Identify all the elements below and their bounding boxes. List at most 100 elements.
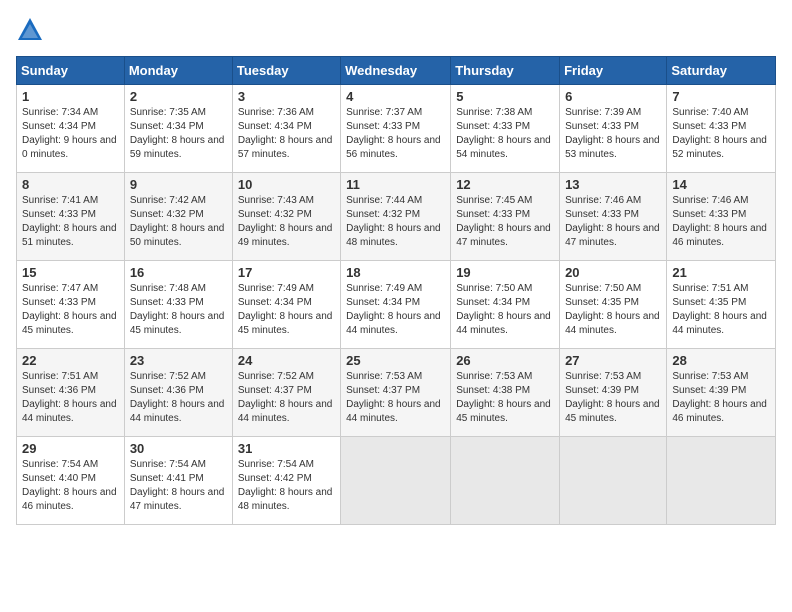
daylight-label: Daylight: 8 hours and 44 minutes. — [346, 311, 441, 336]
daylight-label: Daylight: 8 hours and 52 minutes. — [672, 135, 767, 160]
day-info: Sunrise: 7:45 AM Sunset: 4:33 PM Dayligh… — [456, 194, 554, 250]
day-number: 17 — [238, 265, 335, 280]
sunset-label: Sunset: 4:33 PM — [672, 209, 746, 220]
daylight-label: Daylight: 8 hours and 59 minutes. — [130, 135, 225, 160]
sunrise-label: Sunrise: 7:46 AM — [565, 195, 641, 206]
daylight-label: Daylight: 8 hours and 44 minutes. — [22, 399, 117, 424]
sunset-label: Sunset: 4:32 PM — [130, 209, 204, 220]
sunrise-label: Sunrise: 7:47 AM — [22, 283, 98, 294]
daylight-label: Daylight: 8 hours and 53 minutes. — [565, 135, 660, 160]
daylight-label: Daylight: 8 hours and 44 minutes. — [456, 311, 551, 336]
sunrise-label: Sunrise: 7:43 AM — [238, 195, 314, 206]
day-number: 16 — [130, 265, 227, 280]
day-cell: 1 Sunrise: 7:34 AM Sunset: 4:34 PM Dayli… — [17, 85, 125, 173]
sunrise-label: Sunrise: 7:49 AM — [346, 283, 422, 294]
day-cell — [667, 437, 776, 525]
sunrise-label: Sunrise: 7:41 AM — [22, 195, 98, 206]
day-info: Sunrise: 7:49 AM Sunset: 4:34 PM Dayligh… — [238, 282, 335, 338]
daylight-label: Daylight: 8 hours and 51 minutes. — [22, 223, 117, 248]
daylight-label: Daylight: 8 hours and 50 minutes. — [130, 223, 225, 248]
day-info: Sunrise: 7:35 AM Sunset: 4:34 PM Dayligh… — [130, 106, 227, 162]
daylight-label: Daylight: 8 hours and 45 minutes. — [565, 399, 660, 424]
day-info: Sunrise: 7:38 AM Sunset: 4:33 PM Dayligh… — [456, 106, 554, 162]
day-cell: 21 Sunrise: 7:51 AM Sunset: 4:35 PM Dayl… — [667, 261, 776, 349]
daylight-label: Daylight: 8 hours and 48 minutes. — [346, 223, 441, 248]
sunset-label: Sunset: 4:33 PM — [456, 209, 530, 220]
day-cell: 12 Sunrise: 7:45 AM Sunset: 4:33 PM Dayl… — [451, 173, 560, 261]
day-number: 13 — [565, 177, 661, 192]
day-cell: 11 Sunrise: 7:44 AM Sunset: 4:32 PM Dayl… — [341, 173, 451, 261]
daylight-label: Daylight: 8 hours and 47 minutes. — [565, 223, 660, 248]
sunset-label: Sunset: 4:34 PM — [238, 121, 312, 132]
day-info: Sunrise: 7:50 AM Sunset: 4:35 PM Dayligh… — [565, 282, 661, 338]
header-cell-wednesday: Wednesday — [341, 57, 451, 85]
day-cell: 3 Sunrise: 7:36 AM Sunset: 4:34 PM Dayli… — [232, 85, 340, 173]
day-number: 25 — [346, 353, 445, 368]
sunrise-label: Sunrise: 7:50 AM — [456, 283, 532, 294]
sunset-label: Sunset: 4:41 PM — [130, 473, 204, 484]
sunrise-label: Sunrise: 7:42 AM — [130, 195, 206, 206]
sunrise-label: Sunrise: 7:38 AM — [456, 107, 532, 118]
day-cell: 23 Sunrise: 7:52 AM Sunset: 4:36 PM Dayl… — [124, 349, 232, 437]
day-number: 10 — [238, 177, 335, 192]
header-cell-friday: Friday — [560, 57, 667, 85]
sunrise-label: Sunrise: 7:52 AM — [130, 371, 206, 382]
day-number: 30 — [130, 441, 227, 456]
sunset-label: Sunset: 4:33 PM — [22, 297, 96, 308]
day-number: 1 — [22, 89, 119, 104]
day-info: Sunrise: 7:48 AM Sunset: 4:33 PM Dayligh… — [130, 282, 227, 338]
day-info: Sunrise: 7:41 AM Sunset: 4:33 PM Dayligh… — [22, 194, 119, 250]
day-cell: 20 Sunrise: 7:50 AM Sunset: 4:35 PM Dayl… — [560, 261, 667, 349]
day-cell: 4 Sunrise: 7:37 AM Sunset: 4:33 PM Dayli… — [341, 85, 451, 173]
day-cell: 9 Sunrise: 7:42 AM Sunset: 4:32 PM Dayli… — [124, 173, 232, 261]
sunset-label: Sunset: 4:34 PM — [456, 297, 530, 308]
day-number: 4 — [346, 89, 445, 104]
day-number: 28 — [672, 353, 770, 368]
day-info: Sunrise: 7:51 AM Sunset: 4:35 PM Dayligh… — [672, 282, 770, 338]
day-number: 12 — [456, 177, 554, 192]
daylight-label: Daylight: 8 hours and 46 minutes. — [672, 223, 767, 248]
day-cell: 10 Sunrise: 7:43 AM Sunset: 4:32 PM Dayl… — [232, 173, 340, 261]
header-cell-thursday: Thursday — [451, 57, 560, 85]
sunset-label: Sunset: 4:33 PM — [130, 297, 204, 308]
day-info: Sunrise: 7:46 AM Sunset: 4:33 PM Dayligh… — [565, 194, 661, 250]
daylight-label: Daylight: 8 hours and 54 minutes. — [456, 135, 551, 160]
day-number: 20 — [565, 265, 661, 280]
sunset-label: Sunset: 4:39 PM — [565, 385, 639, 396]
day-cell: 7 Sunrise: 7:40 AM Sunset: 4:33 PM Dayli… — [667, 85, 776, 173]
day-cell: 6 Sunrise: 7:39 AM Sunset: 4:33 PM Dayli… — [560, 85, 667, 173]
day-number: 8 — [22, 177, 119, 192]
daylight-label: Daylight: 8 hours and 46 minutes. — [22, 487, 117, 512]
day-info: Sunrise: 7:34 AM Sunset: 4:34 PM Dayligh… — [22, 106, 119, 162]
sunset-label: Sunset: 4:36 PM — [22, 385, 96, 396]
day-cell — [451, 437, 560, 525]
sunset-label: Sunset: 4:37 PM — [346, 385, 420, 396]
day-info: Sunrise: 7:49 AM Sunset: 4:34 PM Dayligh… — [346, 282, 445, 338]
day-info: Sunrise: 7:43 AM Sunset: 4:32 PM Dayligh… — [238, 194, 335, 250]
day-info: Sunrise: 7:53 AM Sunset: 4:39 PM Dayligh… — [672, 370, 770, 426]
daylight-label: Daylight: 9 hours and 0 minutes. — [22, 135, 117, 160]
day-info: Sunrise: 7:47 AM Sunset: 4:33 PM Dayligh… — [22, 282, 119, 338]
daylight-label: Daylight: 8 hours and 44 minutes. — [672, 311, 767, 336]
sunset-label: Sunset: 4:42 PM — [238, 473, 312, 484]
day-cell: 14 Sunrise: 7:46 AM Sunset: 4:33 PM Dayl… — [667, 173, 776, 261]
day-info: Sunrise: 7:53 AM Sunset: 4:37 PM Dayligh… — [346, 370, 445, 426]
header-cell-saturday: Saturday — [667, 57, 776, 85]
sunrise-label: Sunrise: 7:53 AM — [672, 371, 748, 382]
day-info: Sunrise: 7:52 AM Sunset: 4:37 PM Dayligh… — [238, 370, 335, 426]
sunrise-label: Sunrise: 7:35 AM — [130, 107, 206, 118]
day-number: 22 — [22, 353, 119, 368]
calendar-table: SundayMondayTuesdayWednesdayThursdayFrid… — [16, 56, 776, 525]
sunrise-label: Sunrise: 7:45 AM — [456, 195, 532, 206]
day-cell: 31 Sunrise: 7:54 AM Sunset: 4:42 PM Dayl… — [232, 437, 340, 525]
day-cell: 2 Sunrise: 7:35 AM Sunset: 4:34 PM Dayli… — [124, 85, 232, 173]
sunset-label: Sunset: 4:33 PM — [565, 121, 639, 132]
day-info: Sunrise: 7:54 AM Sunset: 4:41 PM Dayligh… — [130, 458, 227, 514]
week-row-2: 8 Sunrise: 7:41 AM Sunset: 4:33 PM Dayli… — [17, 173, 776, 261]
sunset-label: Sunset: 4:34 PM — [22, 121, 96, 132]
day-number: 29 — [22, 441, 119, 456]
day-number: 18 — [346, 265, 445, 280]
sunrise-label: Sunrise: 7:50 AM — [565, 283, 641, 294]
sunset-label: Sunset: 4:34 PM — [238, 297, 312, 308]
day-info: Sunrise: 7:53 AM Sunset: 4:38 PM Dayligh… — [456, 370, 554, 426]
